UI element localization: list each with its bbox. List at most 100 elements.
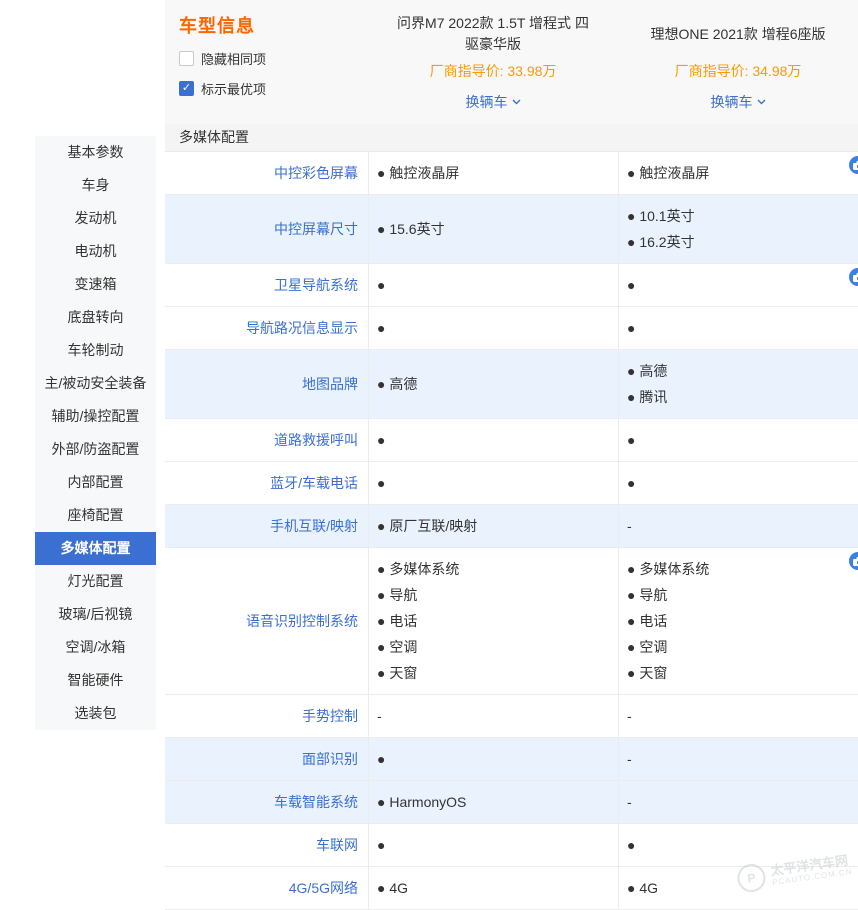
value-line: ● (377, 427, 618, 453)
sidebar-item[interactable]: 车身 (35, 169, 156, 202)
mark-best-option[interactable]: 标示最优项 (179, 79, 368, 98)
sidebar-item[interactable]: 辅助/操控配置 (35, 400, 156, 433)
change-vehicle-label: 换辆车 (466, 92, 508, 112)
row-label[interactable]: 地图品牌 (165, 350, 368, 418)
row-label[interactable]: 手机互联/映射 (165, 505, 368, 547)
value-line: ● (377, 272, 618, 298)
value-line: ● (377, 470, 618, 496)
value-line: ● (377, 315, 618, 341)
value-line: ● 触控液晶屏 (377, 160, 618, 186)
value-line: ● (627, 427, 858, 453)
value-line: ● 天窗 (627, 660, 858, 686)
value-line: ● 10.1英寸 (627, 203, 858, 229)
value-line: ● 4G (627, 875, 858, 901)
value-cell-car1: ● 高德 (368, 350, 618, 418)
change-vehicle-button[interactable]: 换辆车 (711, 92, 766, 112)
row-label[interactable]: 道路救援呼叫 (165, 419, 368, 461)
value-line: ● 导航 (627, 582, 858, 608)
value-line: ● 16.2英寸 (627, 229, 858, 255)
mark-best-checkbox[interactable] (179, 81, 194, 96)
value-cell-car2: - (618, 738, 858, 780)
sidebar-item[interactable]: 发动机 (35, 202, 156, 235)
page-title: 车型信息 (179, 12, 368, 38)
value-line: ● (627, 470, 858, 496)
value-line: ● 导航 (377, 582, 618, 608)
sidebar-item[interactable]: 车轮制动 (35, 334, 156, 367)
value-cell-car2: ● (618, 824, 858, 866)
row-label[interactable]: 4G/5G网络 (165, 867, 368, 909)
value-line: ● 电话 (377, 608, 618, 634)
value-cell-car1: ● (368, 307, 618, 349)
sidebar-item[interactable]: 选装包 (35, 697, 156, 730)
value-line: - (377, 703, 618, 729)
value-cell-car1: ● 多媒体系统● 导航● 电话● 空调● 天窗 (368, 548, 618, 694)
value-cell-car1: ● (368, 738, 618, 780)
table-row: 中控屏幕尺寸● 15.6英寸 ● 10.1英寸● 16.2英寸 (165, 195, 858, 264)
sidebar-item[interactable]: 主/被动安全装备 (35, 367, 156, 400)
value-line: ● 高德 (627, 358, 858, 384)
sidebar-item[interactable]: 底盘转向 (35, 301, 156, 334)
value-cell-car2: ● 多媒体系统● 导航● 电话● 空调● 天窗 (618, 548, 858, 694)
value-cell-car1: - (368, 695, 618, 737)
value-line: ● (627, 832, 858, 858)
sidebar-item[interactable]: 座椅配置 (35, 499, 156, 532)
sidebar-item[interactable]: 玻璃/后视镜 (35, 598, 156, 631)
row-label[interactable]: 卫星导航系统 (165, 264, 368, 306)
config-table: 中控彩色屏幕● 触控液晶屏● 触控液晶屏中控屏幕尺寸● 15.6英寸● 10.1… (165, 152, 858, 910)
value-line: - (627, 703, 858, 729)
row-label[interactable]: 面部识别 (165, 738, 368, 780)
car-column-2: 理想ONE 2021款 增程6座版 厂商指导价: 34.98万 换辆车 (618, 0, 858, 124)
hide-same-option[interactable]: 隐藏相同项 (179, 49, 368, 68)
value-line: ● 触控液晶屏 (627, 160, 858, 186)
value-line: ● 多媒体系统 (377, 556, 618, 582)
value-line: ● 电话 (627, 608, 858, 634)
value-line: ● 4G (377, 875, 618, 901)
sidebar-item[interactable]: 多媒体配置 (35, 532, 156, 565)
value-line: ● (377, 746, 618, 772)
row-label[interactable]: 语音识别控制系统 (165, 548, 368, 694)
table-row: 手机互联/映射● 原厂互联/映射- (165, 505, 858, 548)
value-line: ● HarmonyOS (377, 789, 618, 815)
value-cell-car1: ● 15.6英寸 (368, 195, 618, 263)
row-label[interactable]: 车载智能系统 (165, 781, 368, 823)
table-row: 语音识别控制系统● 多媒体系统● 导航● 电话● 空调● 天窗● 多媒体系统● … (165, 548, 858, 695)
value-cell-car2: - (618, 505, 858, 547)
row-label[interactable]: 车联网 (165, 824, 368, 866)
table-row: 车载智能系统● HarmonyOS- (165, 781, 858, 824)
value-line: - (627, 513, 858, 539)
car-name: 理想ONE 2021款 增程6座版 (624, 12, 851, 56)
table-row: 车联网●● (165, 824, 858, 867)
table-row: 蓝牙/车载电话 ● ● (165, 462, 858, 505)
chevron-down-icon (512, 99, 521, 105)
sidebar-item[interactable]: 空调/冰箱 (35, 631, 156, 664)
section-title: 多媒体配置 (165, 124, 858, 152)
sidebar-item[interactable]: 电动机 (35, 235, 156, 268)
hide-same-checkbox[interactable] (179, 51, 194, 66)
sidebar-item[interactable]: 变速箱 (35, 268, 156, 301)
value-line: ● 多媒体系统 (627, 556, 858, 582)
row-label[interactable]: 导航路况信息显示 (165, 307, 368, 349)
row-label[interactable]: 手势控制 (165, 695, 368, 737)
sidebar-item[interactable]: 灯光配置 (35, 565, 156, 598)
table-row: 中控彩色屏幕 ● 触控液晶屏 ● 触控液晶屏 (165, 152, 858, 195)
value-cell-car1: ● 原厂互联/映射 (368, 505, 618, 547)
row-label[interactable]: 蓝牙/车载电话 (165, 462, 368, 504)
row-label[interactable]: 中控彩色屏幕 (165, 152, 368, 194)
table-row: 4G/5G网络 ● 4G ● 4G (165, 867, 858, 910)
value-cell-car1: ● 触控液晶屏 (368, 152, 618, 194)
car-price: 厂商指导价: 34.98万 (675, 61, 802, 81)
main-panel: 车型信息 隐藏相同项 标示最优项 问界M7 2022款 1.5T 增程式 四驱豪… (165, 0, 858, 910)
value-cell-car1: ● (368, 419, 618, 461)
table-row: 面部识别 ●- (165, 738, 858, 781)
change-vehicle-button[interactable]: 换辆车 (466, 92, 521, 112)
sidebar-item[interactable]: 外部/防盗配置 (35, 433, 156, 466)
value-cell-car2: ● (618, 419, 858, 461)
sidebar-item[interactable]: 内部配置 (35, 466, 156, 499)
price-value: 33.98万 (507, 63, 556, 79)
sidebar-item[interactable]: 基本参数 (35, 136, 156, 169)
row-label[interactable]: 中控屏幕尺寸 (165, 195, 368, 263)
sidebar-item[interactable]: 智能硬件 (35, 664, 156, 697)
value-cell-car2: ● 4G (618, 867, 858, 909)
table-row: 手势控制-- (165, 695, 858, 738)
value-cell-car1: ● (368, 462, 618, 504)
